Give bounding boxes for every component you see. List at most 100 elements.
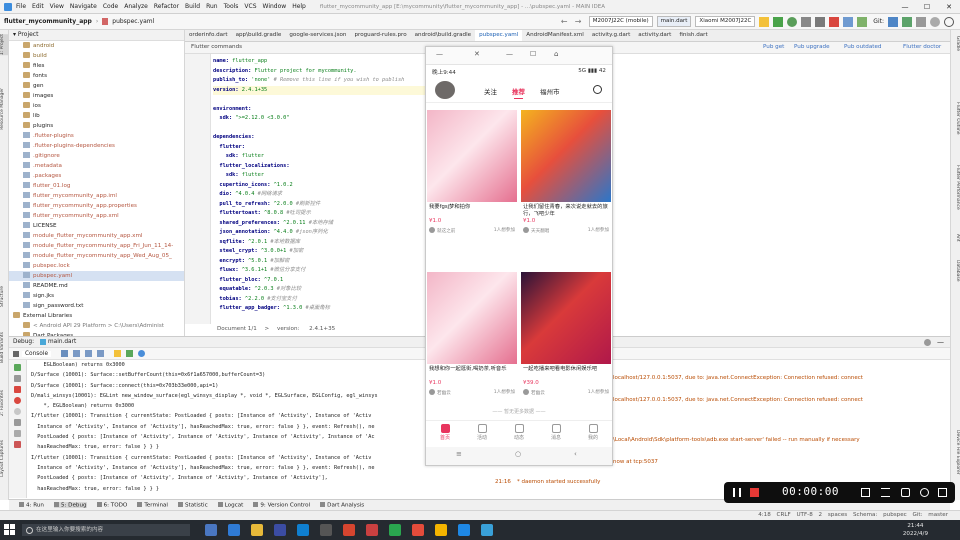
hot-restart-icon[interactable] [126, 350, 134, 357]
editor-tab[interactable]: activity.g.dart [588, 30, 634, 41]
tool-device-file-explorer[interactable]: Device File Explorer [952, 430, 960, 475]
tool-button[interactable]: 5: Debug [53, 501, 87, 509]
run-icon[interactable] [773, 16, 784, 27]
home-icon[interactable]: ○ [515, 450, 521, 458]
recents-icon[interactable]: ≡ [456, 450, 462, 458]
activity-card[interactable]: 我想和你一起逛街,喝奶茶,听音乐 ¥1.0 若幽云 1人想参加 [427, 272, 517, 396]
menu-code[interactable]: Code [103, 3, 118, 10]
tree-item[interactable]: plugins [9, 121, 184, 131]
stop-icon[interactable] [829, 16, 840, 27]
tree-item[interactable]: flutter_mycommunity_app.xml [9, 211, 184, 221]
profile-icon[interactable] [801, 16, 812, 27]
stop-debug-icon[interactable] [14, 386, 21, 393]
step-into-icon[interactable] [85, 350, 93, 357]
forward-icon[interactable]: → [575, 17, 585, 27]
tree-item[interactable]: gen [9, 81, 184, 91]
mute-breakpoints-icon[interactable] [14, 408, 21, 415]
stop-record-icon[interactable] [750, 488, 759, 497]
search-icon[interactable] [593, 85, 602, 94]
taskview-icon[interactable] [205, 524, 217, 536]
editor-tab[interactable]: app\build.gradle [232, 30, 286, 41]
menu-help[interactable]: Help [292, 3, 306, 10]
git-commit-icon[interactable] [902, 16, 912, 27]
mirror-pin-icon[interactable]: — [436, 50, 443, 58]
editor-tab[interactable]: activity.dart [634, 30, 675, 41]
minimize-button[interactable]: — [894, 0, 916, 14]
tree-item[interactable]: README.md [9, 281, 184, 291]
tool-build-variants[interactable]: Build Variants [0, 332, 9, 363]
menu-vcs[interactable]: VCS [244, 3, 256, 10]
app-icon-5[interactable] [366, 524, 378, 536]
tool-button[interactable]: 4: Run [19, 501, 44, 508]
menu-edit[interactable]: Edit [32, 3, 44, 10]
tree-item[interactable]: .metadata [9, 161, 184, 171]
git-update-icon[interactable] [888, 16, 898, 27]
app-icon-2[interactable] [297, 524, 309, 536]
hot-reload-console-icon[interactable] [114, 350, 122, 357]
menu-tools[interactable]: Tools [224, 3, 239, 10]
pub-outdated-link[interactable]: Pub outdated [844, 44, 881, 50]
tool-button[interactable]: Terminal [137, 501, 168, 508]
nav-item[interactable]: 我的 [580, 424, 606, 441]
wechat-icon[interactable] [389, 524, 401, 536]
app-icon-6[interactable] [412, 524, 424, 536]
tree-item[interactable]: flutter_mycommunity_app.properties [9, 201, 184, 211]
tool-flutter-performance[interactable]: Flutter Performance [952, 165, 960, 210]
tool-button[interactable]: 6: TODO [96, 501, 127, 508]
tool-ant[interactable]: Ant [952, 234, 960, 242]
tool-button[interactable]: Dart Analysis [320, 501, 364, 508]
git-history-icon[interactable] [916, 16, 926, 27]
hot-reload-icon[interactable] [759, 16, 770, 27]
tree-item[interactable]: sign.jks [9, 291, 184, 301]
mirror-close-icon[interactable]: ✕ [474, 50, 480, 58]
device-selector[interactable]: M2007J22C (mobile) [588, 16, 653, 27]
console-output[interactable]: EGLBoolean) returns 0x3000 D/Surface (100… [29, 360, 429, 498]
brush-icon[interactable] [920, 488, 929, 497]
editor-tab[interactable]: pubspec.yaml [475, 30, 523, 41]
tool-gradle[interactable]: Gradle [952, 36, 960, 51]
editor-tab[interactable]: android\build.gradle [411, 30, 475, 41]
tree-item[interactable]: flutter_mycommunity_app.iml [9, 191, 184, 201]
activity-card[interactable]: 我要fgsj梦和拍你 ¥1.0 就这之前 1人想参加 [427, 110, 517, 234]
pub-upgrade-link[interactable]: Pub upgrade [794, 44, 830, 50]
tool-project[interactable]: 1: Project [0, 34, 9, 56]
tab-follow[interactable]: 关注 [484, 86, 497, 96]
tree-item[interactable]: ios [9, 101, 184, 111]
editor-tab[interactable]: finish.dart [675, 30, 711, 41]
debug-settings-icon[interactable] [924, 338, 931, 346]
app-icon-7[interactable] [458, 524, 470, 536]
menu-navigate[interactable]: Navigate [70, 3, 97, 10]
view-breakpoints-icon[interactable] [14, 397, 21, 404]
more-icon[interactable] [938, 488, 947, 497]
menu-window[interactable]: Window [263, 3, 287, 10]
tree-item[interactable]: android [9, 41, 184, 51]
tree-item[interactable]: .gitignore [9, 151, 184, 161]
tree-item[interactable]: .flutter-plugins [9, 131, 184, 141]
debug-minimize-icon[interactable]: — [937, 338, 944, 346]
tree-item[interactable]: lib [9, 111, 184, 121]
settings-icon[interactable] [930, 16, 940, 27]
debug-tab-main[interactable]: main.dart [48, 339, 76, 345]
tool-layout-captures[interactable]: Layout Captures [0, 440, 9, 477]
tree-item[interactable]: pubspec.yaml [9, 271, 184, 281]
nav-item[interactable]: 消息 [543, 424, 569, 441]
sdk-manager-icon[interactable] [843, 16, 854, 27]
debug-icon[interactable] [787, 16, 798, 27]
maximize-button[interactable]: ☐ [916, 0, 938, 14]
pub-get-link[interactable]: Pub get [763, 44, 784, 50]
step-over-icon[interactable] [73, 350, 81, 357]
tree-item[interactable]: < Android API 29 Platform > C:\Users\Adm… [9, 321, 184, 331]
tree-item[interactable]: module_flutter_mycommunity_app.xml [9, 231, 184, 241]
tree-item[interactable]: .packages [9, 171, 184, 181]
android-studio-icon[interactable] [481, 524, 493, 536]
explorer-icon[interactable] [251, 524, 263, 536]
code-editor[interactable]: name: flutter_app description: Flutter pr… [213, 57, 433, 325]
close-debug-icon[interactable] [14, 441, 21, 448]
activity-card[interactable]: 让我们留住青春，来次说走就去的旅行，飞吧少年 ¥1.0 天天翻唱 1人想参加 [521, 110, 611, 234]
region-icon[interactable] [861, 488, 870, 497]
project-panel-header[interactable]: ▾ Project [9, 30, 184, 41]
menu-run[interactable]: Run [206, 3, 218, 10]
pin-tab-icon[interactable] [14, 430, 21, 437]
tab-city[interactable]: 福州市 [540, 86, 560, 96]
menu-analyze[interactable]: Analyze [124, 3, 148, 10]
